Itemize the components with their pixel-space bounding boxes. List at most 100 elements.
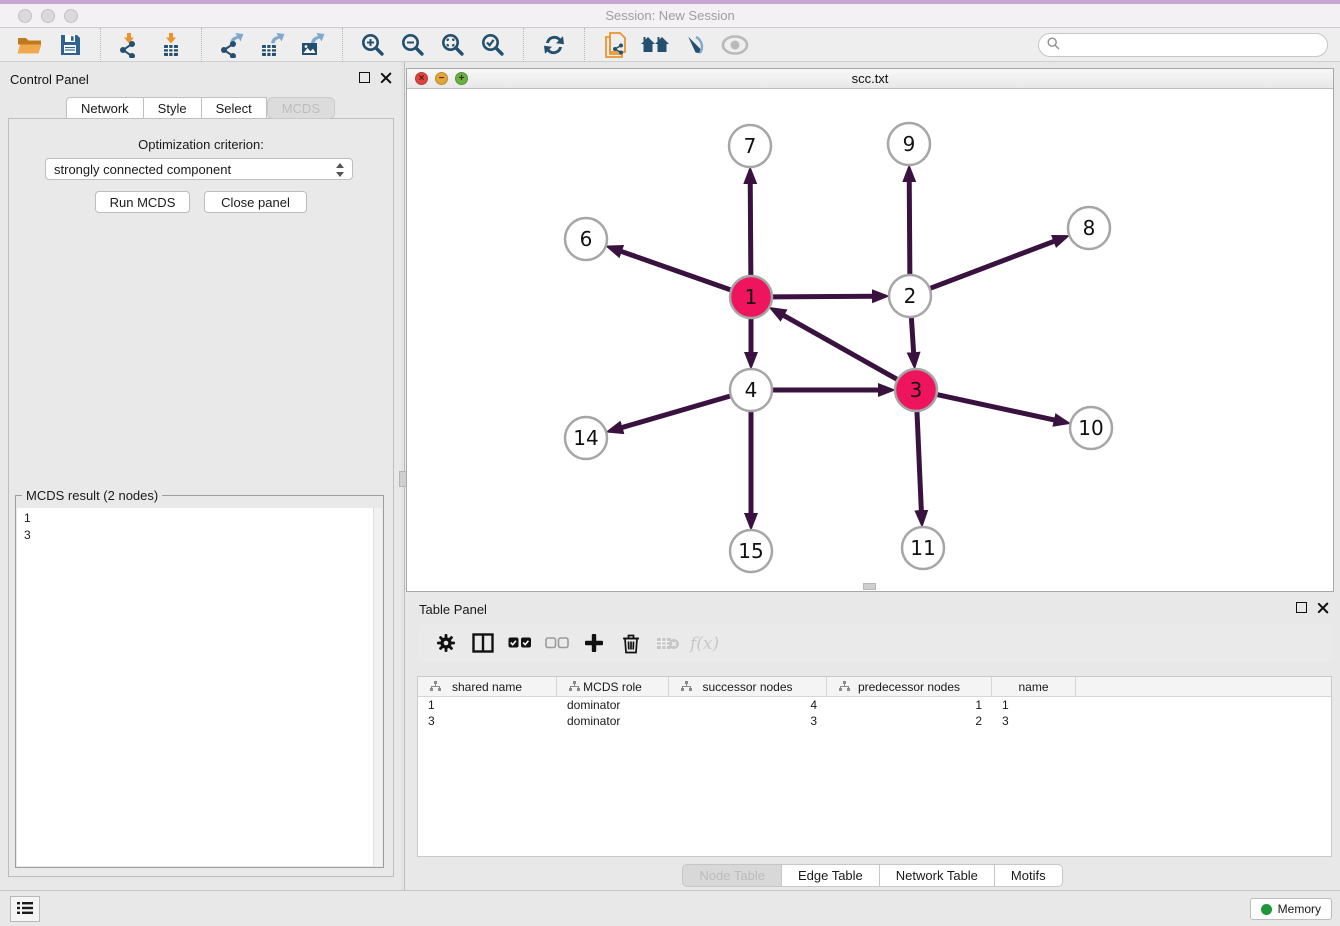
edge-3-10[interactable] — [937, 395, 1055, 421]
network-graph-canvas[interactable]: 7 9 6 8 1 2 4 3 14 10 15 11 — [407, 89, 1333, 591]
table-cell[interactable]: 4 — [669, 697, 827, 713]
edge-2-9[interactable] — [909, 180, 910, 274]
column-header-name[interactable]: name — [992, 677, 1076, 696]
float-table-panel-icon[interactable] — [1296, 602, 1307, 613]
table-cell[interactable]: 3 — [992, 713, 1076, 729]
control-panel: Control Panel NetworkStyleSelectMCDS Opt… — [0, 62, 401, 890]
network-window-titlebar[interactable]: ×−+ scc.txt — [407, 69, 1333, 89]
tab-network[interactable]: Network — [66, 97, 144, 119]
delete-row-icon[interactable] — [612, 628, 649, 658]
column-label: MCDS role — [583, 680, 642, 694]
tab-style[interactable]: Style — [144, 97, 202, 119]
split-columns-icon[interactable] — [464, 628, 501, 658]
table-cell[interactable]: 1 — [827, 697, 992, 713]
graph-node-9[interactable]: 9 — [888, 123, 930, 165]
node-table: shared name MCDS role successor nodes prede… — [417, 676, 1332, 857]
graph-node-8[interactable]: 8 — [1068, 207, 1110, 249]
graph-node-10[interactable]: 10 — [1070, 407, 1112, 449]
select-all-icon[interactable] — [501, 628, 538, 658]
column-header-shared-name[interactable]: shared name — [418, 677, 557, 696]
open-session-icon[interactable] — [10, 30, 50, 60]
table-cell[interactable]: dominator — [557, 697, 669, 713]
column-label: shared name — [452, 680, 522, 694]
graph-node-1[interactable]: 1 — [730, 276, 772, 318]
task-history-button[interactable] — [10, 896, 40, 922]
graph-node-15[interactable]: 15 — [730, 530, 772, 572]
svg-text:10: 10 — [1078, 416, 1103, 440]
mcds-result-text[interactable]: 1 3 — [17, 508, 382, 866]
graph-node-14[interactable]: 14 — [565, 417, 607, 459]
refresh-layout-icon[interactable] — [534, 30, 574, 60]
zoom-out-icon[interactable] — [393, 30, 433, 60]
edge-2-8[interactable] — [931, 241, 1056, 288]
zoom-selected-icon[interactable] — [473, 30, 513, 60]
tab-motifs[interactable]: Motifs — [995, 864, 1063, 887]
result-scrollbar[interactable] — [373, 508, 382, 866]
column-header-successor-nodes[interactable]: successor nodes — [669, 677, 827, 696]
zoom-in-icon[interactable] — [353, 30, 393, 60]
graph-node-4[interactable]: 4 — [730, 369, 772, 411]
table-cell[interactable]: 2 — [827, 713, 992, 729]
run-mcds-button[interactable]: Run MCDS — [95, 191, 190, 213]
svg-text:4: 4 — [745, 378, 758, 402]
memory-status-icon — [1261, 904, 1272, 915]
deselect-all-icon[interactable] — [538, 628, 575, 658]
horizontal-splitter-handle[interactable] — [863, 583, 876, 590]
column-label: successor nodes — [702, 680, 792, 694]
search-input[interactable] — [1065, 38, 1319, 52]
new-network-from-file-icon[interactable] — [595, 30, 635, 60]
edge-1-6[interactable] — [620, 251, 730, 290]
export-table-icon[interactable] — [252, 30, 292, 60]
add-row-icon[interactable] — [575, 628, 612, 658]
graph-node-11[interactable]: 11 — [902, 527, 944, 569]
gear-icon[interactable] — [427, 628, 464, 658]
zoom-fit-icon[interactable] — [433, 30, 473, 60]
table-panel-tabs: Node TableEdge TableNetwork TableMotifs — [405, 864, 1340, 887]
tab-network-table[interactable]: Network Table — [880, 864, 995, 887]
tab-node-table[interactable]: Node Table — [682, 864, 782, 887]
tab-edge-table[interactable]: Edge Table — [782, 864, 880, 887]
table-cell[interactable]: 3 — [418, 713, 557, 729]
column-header-MCDS-role[interactable]: MCDS role — [557, 677, 669, 696]
function-builder-icon[interactable]: f(x) — [686, 628, 723, 658]
close-panel-button[interactable]: Close panel — [204, 191, 307, 213]
export-network-icon[interactable] — [212, 30, 252, 60]
edge-1-2[interactable] — [773, 296, 874, 297]
table-cell[interactable]: 3 — [669, 713, 827, 729]
show-hide-eye-icon[interactable] — [715, 30, 755, 60]
edge-3-1[interactable] — [782, 315, 896, 380]
save-session-icon[interactable] — [50, 30, 90, 60]
tab-mcds[interactable]: MCDS — [267, 97, 335, 119]
table-cell[interactable]: 1 — [992, 697, 1076, 713]
search-box[interactable] — [1038, 33, 1328, 57]
table-row[interactable]: 1dominator411 — [418, 697, 1331, 713]
mcds-tab-content: Optimization criterion: strongly connect… — [8, 118, 394, 877]
graph-node-2[interactable]: 2 — [889, 275, 931, 317]
table-row[interactable]: 3dominator323 — [418, 713, 1331, 729]
export-image-icon[interactable] — [292, 30, 332, 60]
edge-3-11[interactable] — [917, 412, 921, 512]
edge-2-3[interactable] — [911, 318, 913, 354]
tab-select[interactable]: Select — [202, 97, 267, 119]
home-icon[interactable] — [635, 30, 675, 60]
column-header-predecessor-nodes[interactable]: predecessor nodes — [827, 677, 992, 696]
memory-button[interactable]: Memory — [1250, 898, 1332, 920]
import-network-icon[interactable] — [111, 30, 151, 60]
edge-1-7[interactable] — [750, 182, 751, 275]
optimization-criterion-select[interactable]: strongly connected component — [45, 158, 353, 180]
table-cell[interactable]: 1 — [418, 697, 557, 713]
control-panel-header: Control Panel — [0, 70, 401, 90]
float-panel-icon[interactable] — [359, 72, 370, 83]
close-table-panel-icon[interactable] — [1317, 602, 1328, 613]
table-body: 1dominator4113dominator323 — [418, 697, 1331, 729]
select-stepper-icon — [335, 162, 345, 178]
apply-style-icon[interactable] — [675, 30, 715, 60]
table-cell[interactable]: dominator — [557, 713, 669, 729]
import-table-icon[interactable] — [151, 30, 191, 60]
edge-4-14[interactable] — [621, 396, 730, 428]
graph-node-7[interactable]: 7 — [729, 125, 771, 167]
close-panel-icon[interactable] — [380, 72, 391, 83]
graph-node-3[interactable]: 3 — [895, 369, 937, 411]
graph-node-6[interactable]: 6 — [565, 218, 607, 260]
delete-table-icon[interactable] — [649, 628, 686, 658]
